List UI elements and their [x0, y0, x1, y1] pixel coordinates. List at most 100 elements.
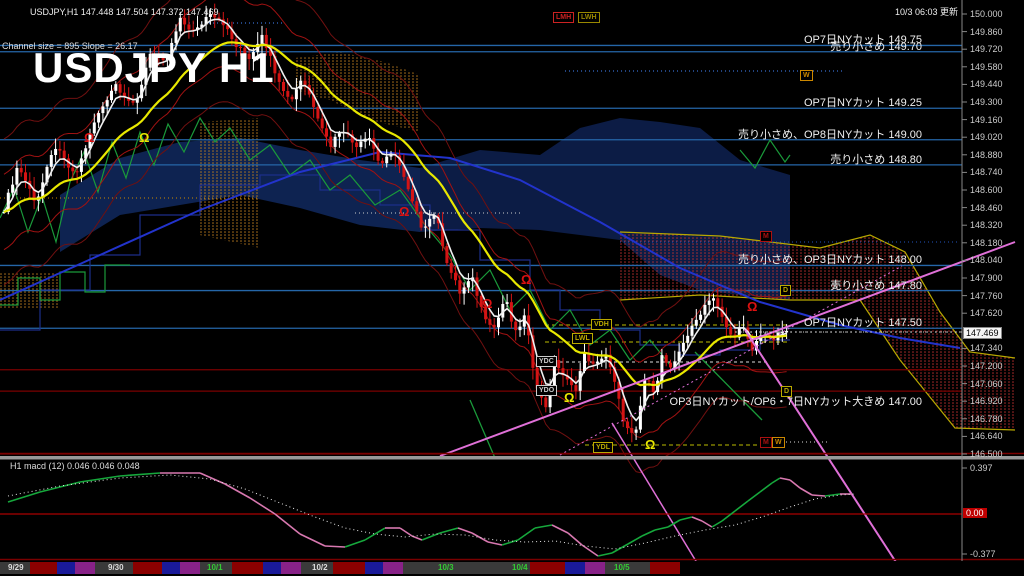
candle [15, 167, 19, 185]
candle [333, 136, 337, 147]
macd-axis-label: -0.377 [970, 549, 996, 559]
candle [385, 156, 389, 164]
axis-label: 149.860 [970, 26, 1003, 37]
candle [316, 106, 320, 119]
op-level-annotation: 売り小さめ 147.80 [830, 279, 922, 292]
candle [703, 304, 707, 315]
pivot-badge-d: D [780, 285, 792, 296]
session-segment [232, 562, 263, 574]
candle [49, 154, 53, 167]
candle [574, 385, 578, 391]
pane-separator[interactable] [0, 456, 1024, 460]
session-segment [383, 562, 403, 574]
axis-label: 149.580 [970, 61, 1003, 72]
candle [411, 189, 414, 202]
op-level-annotation: 売り小さめ、OP3日NYカット 148.00 [738, 254, 922, 267]
session-segment [403, 562, 530, 574]
candle [294, 89, 298, 100]
axis-label: 147.200 [970, 361, 1003, 371]
session-segment [565, 562, 585, 574]
candle [105, 100, 109, 107]
candle [62, 150, 66, 159]
candle [664, 355, 668, 363]
candle [183, 17, 187, 25]
candle [58, 148, 62, 151]
pivot-badge-m: M [760, 437, 772, 448]
trendline[interactable] [611, 422, 706, 576]
session-segment [162, 562, 180, 574]
candle [355, 142, 359, 148]
axis-label: 147.620 [970, 308, 1003, 319]
date-label: 10/4 [512, 563, 528, 572]
pivot-badge-d: D [781, 386, 793, 397]
candle [729, 327, 733, 335]
reversal-marker-icon: Ω [747, 299, 758, 314]
candle [454, 272, 457, 281]
candle [329, 136, 333, 147]
candle [419, 211, 423, 228]
pivot-badge-w: W [800, 70, 813, 81]
time-axis[interactable]: 9/29 9/30 10/1 10/2 10/3 10/4 10/5 [0, 561, 1024, 576]
reversal-marker-icon: Ω [84, 130, 95, 145]
candle [591, 361, 595, 364]
candle [54, 148, 58, 155]
candle [174, 31, 178, 43]
candle [497, 317, 500, 328]
candle [780, 332, 784, 334]
candle [699, 314, 703, 320]
candle [325, 128, 328, 137]
axis-label: 147.060 [970, 378, 1003, 389]
session-segment [57, 562, 75, 574]
symbol-ohlc-title: USDJPY,H1 147.448 147.504 147.372 147.46… [30, 7, 219, 17]
axis-label: 149.720 [970, 44, 1003, 55]
ichimoku-cloud [200, 118, 260, 248]
candle [630, 428, 634, 433]
session-segment [180, 562, 200, 574]
candle [131, 100, 135, 103]
axis-label: 146.500 [970, 449, 1003, 459]
op-level-annotation: OP7日NYカット 149.25 [804, 97, 922, 110]
axis-label: 147.900 [970, 273, 1003, 283]
session-segment [365, 562, 383, 574]
candle [681, 342, 685, 352]
candle [686, 335, 690, 343]
candle [286, 91, 290, 97]
candle [458, 280, 462, 294]
axis-label: 149.440 [970, 79, 1003, 90]
candle [716, 298, 720, 307]
axis-label: 148.880 [970, 149, 1003, 160]
op-level-annotation: 売り小さめ 149.70 [830, 40, 922, 53]
axis-label: 148.320 [970, 220, 1003, 231]
date-label: 10/5 [614, 563, 630, 572]
candle [101, 106, 105, 114]
macd-indicator-label: H1 macd (12) 0.046 0.046 0.048 [10, 461, 140, 471]
date-label: 10/2 [312, 563, 328, 572]
candle [514, 321, 518, 331]
session-segment [281, 562, 301, 574]
pivot-badge-m: M [760, 231, 772, 242]
macd-axis-label: 0.397 [970, 463, 993, 473]
candle [445, 246, 449, 264]
session-segment [75, 562, 95, 574]
candle [712, 298, 715, 301]
candle [277, 73, 281, 82]
watermark-symbol-label: USDJPY H1 [33, 44, 275, 91]
op-level-annotation: OP7日NYカット 147.50 [804, 317, 922, 330]
date-label: 9/29 [8, 563, 24, 572]
reversal-marker-icon: Ω [482, 296, 493, 311]
candle [462, 287, 466, 294]
session-segment [530, 562, 565, 574]
macd-signal-line [7, 474, 856, 550]
candle [694, 319, 698, 326]
reversal-marker-icon: Ω [399, 204, 410, 219]
date-label: 10/1 [207, 563, 223, 572]
candle [492, 324, 496, 328]
session-segment [585, 562, 605, 574]
session-segment [30, 562, 57, 574]
candle [634, 429, 638, 433]
axis-label: 149.300 [970, 97, 1003, 107]
axis-label: 149.160 [970, 114, 1003, 125]
op-level-annotation: 売り小さめ 148.80 [830, 153, 922, 166]
pivot-badge-lwh: LWH [578, 12, 600, 23]
candle [299, 80, 303, 90]
